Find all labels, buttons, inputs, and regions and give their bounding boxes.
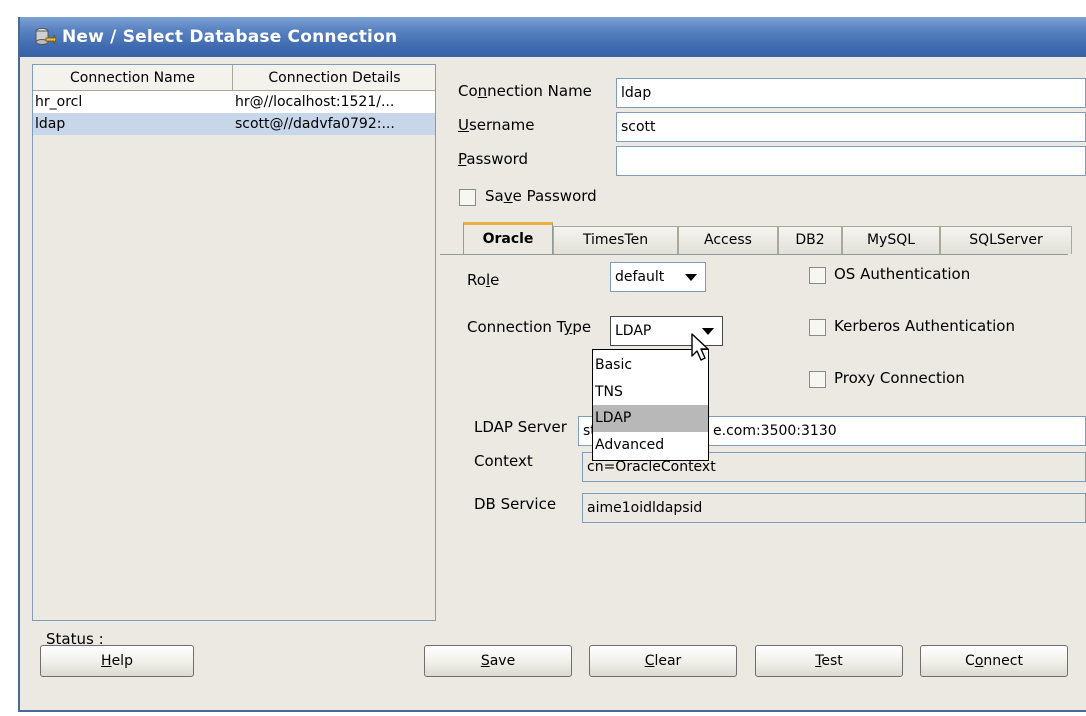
window-title: New / Select Database Connection: [62, 27, 398, 47]
save-password-label[interactable]: Save Password: [485, 187, 597, 205]
ldap-server-label: LDAP Server: [474, 418, 567, 436]
password-input[interactable]: [621, 147, 1085, 175]
title-bar[interactable]: New / Select Database Connection: [20, 17, 1086, 57]
kerberos-authentication-label[interactable]: Kerberos Authentication: [834, 317, 1015, 335]
dropdown-option-ldap[interactable]: LDAP: [593, 405, 708, 432]
column-header-connection-name[interactable]: Connection Name: [33, 65, 233, 91]
password-field[interactable]: [616, 146, 1086, 176]
role-selected-value: default: [615, 269, 665, 285]
cell-connection-details: hr@//localhost:1521/...: [235, 94, 395, 110]
connection-type-dropdown-list[interactable]: Basic TNS LDAP Advanced: [592, 349, 709, 461]
column-header-connection-details[interactable]: Connection Details: [233, 65, 436, 91]
help-button[interactable]: Help: [40, 645, 194, 677]
mouse-pointer-icon: [691, 333, 709, 361]
cell-connection-name: hr_orcl: [35, 94, 83, 110]
role-select[interactable]: default: [610, 262, 706, 292]
database-connection-icon: [35, 28, 56, 45]
tab-mysql[interactable]: MySQL: [842, 226, 940, 254]
db-service-label: DB Service: [474, 495, 557, 513]
tab-access[interactable]: Access: [678, 226, 778, 254]
tab-db2[interactable]: DB2: [778, 226, 842, 254]
db-service-select[interactable]: aime1oidldapsid: [582, 493, 1086, 523]
clear-button[interactable]: Clear: [589, 645, 737, 677]
cell-connection-details: scott@//dadvfa0792:...: [235, 116, 395, 132]
role-label: Role: [467, 271, 500, 289]
kerberos-authentication-checkbox[interactable]: [809, 319, 826, 336]
table-row-selected[interactable]: ldap scott@//dadvfa0792:...: [33, 113, 435, 135]
dropdown-option-tns[interactable]: TNS: [593, 379, 708, 406]
save-button[interactable]: Save: [424, 645, 572, 677]
save-password-checkbox[interactable]: [459, 189, 476, 206]
tab-panel-top-border: [440, 254, 1068, 255]
dropdown-option-advanced[interactable]: Advanced: [593, 432, 708, 459]
db-service-value: aime1oidldapsid: [587, 500, 703, 516]
proxy-connection-label[interactable]: Proxy Connection: [834, 369, 965, 387]
os-authentication-label[interactable]: OS Authentication: [834, 265, 970, 283]
test-button[interactable]: Test: [755, 645, 903, 677]
os-authentication-checkbox[interactable]: [809, 267, 826, 284]
tab-oracle[interactable]: Oracle: [463, 222, 553, 255]
chevron-down-icon: [685, 274, 697, 281]
context-label: Context: [474, 452, 533, 470]
connection-name-field[interactable]: [616, 78, 1086, 108]
username-input[interactable]: [621, 113, 1085, 141]
connections-table[interactable]: Connection Name Connection Details hr_or…: [32, 64, 436, 621]
ldap-server-value-end: e.com:3500:3130: [713, 423, 837, 439]
tab-sqlserver[interactable]: SQLServer: [940, 226, 1072, 254]
context-value: cn=OracleContext: [587, 459, 716, 475]
table-header: Connection Name Connection Details: [33, 65, 435, 91]
connect-button[interactable]: Connect: [920, 645, 1068, 677]
tab-timesten[interactable]: TimesTen: [553, 226, 678, 254]
cell-connection-name: ldap: [35, 116, 66, 132]
username-label: Username: [458, 116, 535, 134]
password-label: Password: [458, 150, 529, 168]
connection-name-label: Connection Name: [458, 82, 592, 100]
connection-type-selected-value: LDAP: [615, 323, 652, 339]
username-field[interactable]: [616, 112, 1086, 142]
proxy-connection-checkbox[interactable]: [809, 371, 826, 388]
connection-name-input[interactable]: [621, 79, 1085, 107]
table-row[interactable]: hr_orcl hr@//localhost:1521/...: [33, 91, 435, 113]
connection-type-label: Connection Type: [467, 318, 592, 336]
